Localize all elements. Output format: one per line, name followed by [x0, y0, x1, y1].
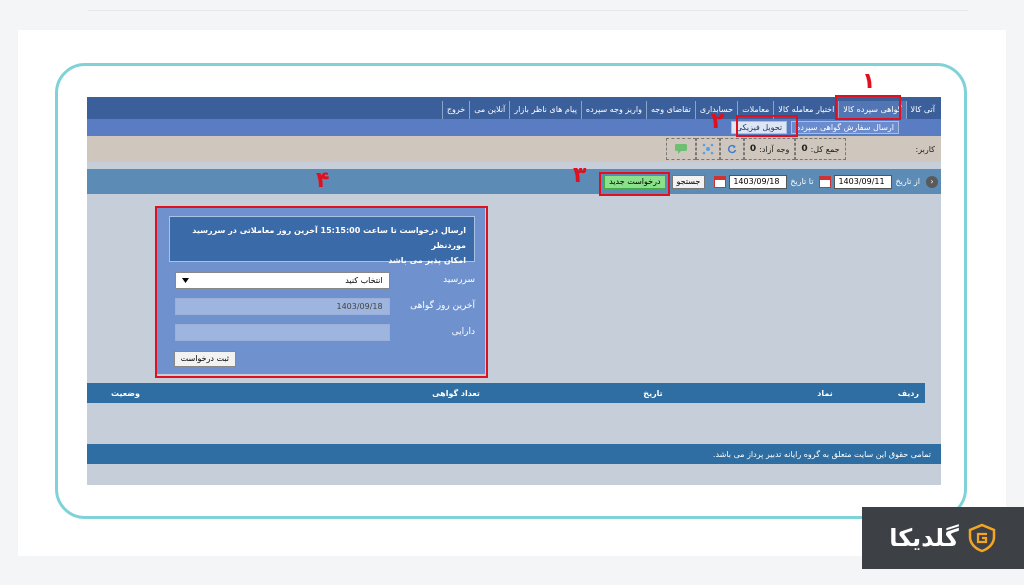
menu-item-supervisor-messages[interactable]: پیام های ناظر بازار	[509, 101, 581, 119]
menu-item-fund-request[interactable]: تقاضای وجه	[645, 101, 695, 119]
annotation-number-4: ۴	[316, 168, 330, 193]
to-date-label: تا تاریخ	[790, 177, 814, 186]
menu-item-futures[interactable]: آتی کالا	[905, 101, 939, 119]
col-certificate-count: تعداد گواهی	[432, 388, 480, 398]
messages-button[interactable]	[665, 138, 696, 160]
user-label: کاربر:	[915, 144, 935, 154]
brand-badge: گلدیکا	[862, 507, 1024, 569]
to-date-input[interactable]: 1403/09/18	[729, 174, 788, 189]
col-status: وضعیت	[111, 388, 140, 398]
total-label: جمع کل:	[810, 144, 840, 154]
col-symbol: نماد	[817, 388, 833, 398]
annotation-number-2: ۲	[711, 109, 725, 134]
footer-copyright: تمامی حقوق این سایت متعلق به گروه رایانه…	[87, 444, 941, 464]
shield-g-logo-icon	[968, 523, 996, 553]
menu-item-online[interactable]: آنلاین می	[469, 101, 509, 119]
annotation-box-3	[599, 172, 670, 196]
refresh-icon	[727, 144, 737, 154]
annotation-number-3: ۳	[573, 163, 587, 188]
date-search-bar: ‹ از تاریخ 1403/09/11 تا تاریخ 1403/09/1…	[87, 169, 941, 194]
free-label: وجه آزاد:	[759, 144, 790, 154]
annotation-number-1: ۱	[862, 69, 876, 94]
annotation-box-1	[835, 95, 901, 120]
network-icon	[702, 143, 714, 155]
free-value: 0	[749, 144, 757, 154]
calendar-icon[interactable]	[819, 175, 832, 188]
main-menu-bar: آتی کالا گواهی سپرده کالا اختیار معامله …	[87, 97, 941, 119]
col-date: تاریخ	[643, 388, 663, 398]
menu-item-deposit-payment[interactable]: واریز وجه سپرده	[580, 101, 646, 119]
from-date-input[interactable]: 1403/09/11	[834, 174, 893, 189]
annotation-box-4	[155, 206, 488, 378]
requests-table-body	[87, 403, 941, 443]
annotation-box-2	[736, 115, 798, 137]
sub-menu-bar: ارسال سفارش گواهی سپرده تحویل فیزیکی	[87, 119, 941, 136]
col-row-number: ردیف	[897, 388, 919, 398]
free-balance: وجه آزاد: 0	[743, 138, 796, 160]
requests-table-header: ردیف نماد تاریخ تعداد گواهی وضعیت	[87, 383, 925, 403]
network-button[interactable]	[695, 138, 720, 160]
chat-icon	[674, 144, 687, 154]
submenu-send-certificate-order[interactable]: ارسال سفارش گواهی سپرده	[791, 121, 899, 134]
refresh-button[interactable]	[719, 138, 744, 160]
brand-name: گلدیکا	[889, 524, 959, 552]
menu-item-logout[interactable]: خروج	[441, 101, 469, 119]
total-value: 0	[801, 144, 808, 154]
top-divider	[88, 10, 968, 11]
total-balance: جمع کل: 0	[795, 138, 846, 160]
calendar-icon[interactable]	[714, 175, 727, 188]
from-date-label: از تاریخ	[895, 177, 920, 186]
chevron-left-icon[interactable]: ‹	[926, 175, 938, 188]
account-toolbar: کاربر: جمع کل: 0 وجه آزاد: 0	[87, 136, 941, 162]
search-button[interactable]: جستجو	[671, 174, 706, 189]
